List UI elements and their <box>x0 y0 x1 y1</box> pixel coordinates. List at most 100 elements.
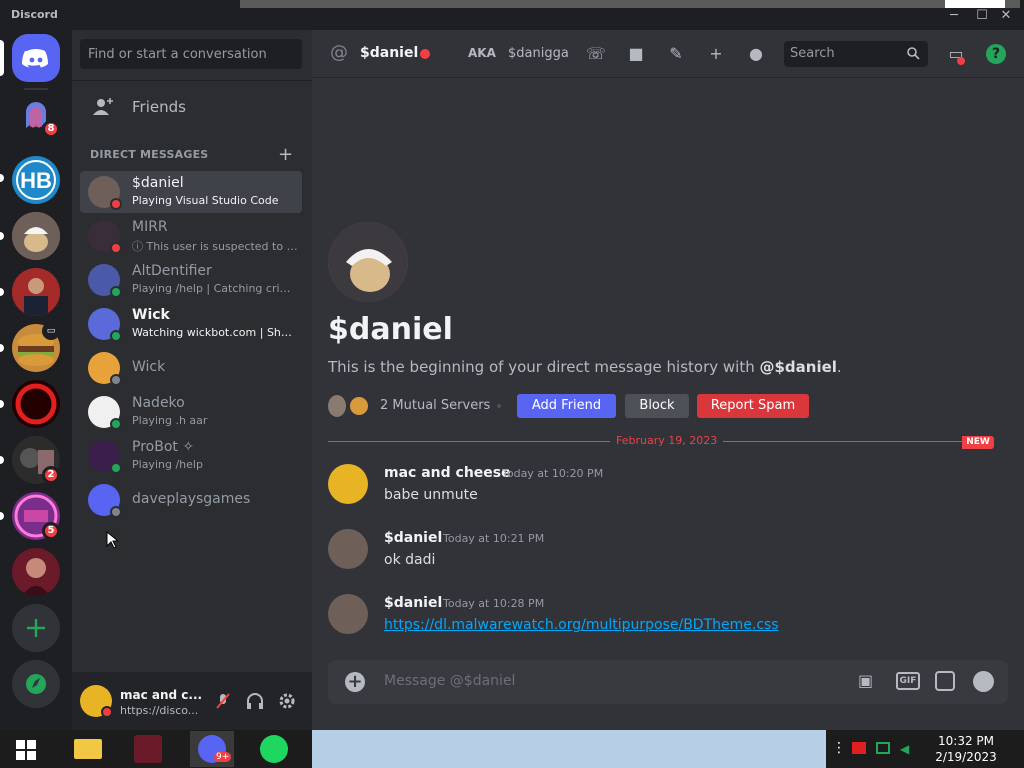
message-avatar[interactable] <box>328 594 368 634</box>
add-friend-to-dm-icon[interactable]: + <box>705 44 727 64</box>
unread-indicator <box>0 456 4 464</box>
dm-item[interactable]: Nadeko Playing .h aar <box>80 391 302 433</box>
selected-indicator <box>0 40 4 76</box>
chat-search-input[interactable]: Search <box>784 41 928 67</box>
dm-item[interactable]: Wick Watching wickbot.com | Shar... <box>80 303 302 345</box>
message-author[interactable]: $daniel <box>384 595 442 611</box>
clock-time[interactable]: 10:32 PM <box>936 734 996 748</box>
add-server-button[interactable] <box>12 604 60 652</box>
message-composer: + Message @$daniel ▣ GIF <box>328 660 1008 704</box>
flag-tray-icon[interactable] <box>852 742 866 754</box>
dm-activity: Playing .h aar <box>132 414 208 427</box>
mutual-servers-link[interactable]: 2 Mutual Servers <box>380 398 490 413</box>
dm-item[interactable]: Wick <box>80 347 302 389</box>
at-icon: @ <box>330 42 348 63</box>
server-icon-cat[interactable] <box>12 212 60 260</box>
message-input[interactable]: Message @$daniel <box>384 673 515 689</box>
dm-name: Nadeko <box>132 395 185 411</box>
notification-badge: 5 <box>42 522 60 540</box>
windows-start-icon[interactable] <box>16 740 36 760</box>
mouse-cursor-icon <box>106 531 118 549</box>
server-icon-avatar[interactable] <box>12 548 60 596</box>
panel-divider <box>72 80 312 81</box>
status-online-icon <box>110 418 122 430</box>
dm-item[interactable]: AltDentifier Playing /help | Catching cr… <box>80 259 302 301</box>
friends-nav-item[interactable]: Friends <box>80 90 302 124</box>
message-link[interactable]: https://dl.malwarewatch.org/multipurpose… <box>384 617 779 633</box>
status-dnd-icon <box>420 49 430 59</box>
message-text: ok dadi <box>384 552 436 568</box>
report-spam-button[interactable]: Report Spam <box>697 394 809 418</box>
profile-name: $daniel <box>328 312 453 347</box>
video-call-icon[interactable]: ■ <box>625 44 647 64</box>
gift-icon[interactable]: ▣ <box>858 671 878 691</box>
status-dnd-icon <box>110 198 122 210</box>
headphones-icon[interactable] <box>246 692 264 710</box>
status-online-icon <box>110 330 122 342</box>
status-online-icon <box>110 286 122 298</box>
close-button[interactable]: ✕ <box>1000 9 1012 22</box>
dm-search-input[interactable]: Find or start a conversation <box>80 39 302 69</box>
svg-text:HB: HB <box>20 168 52 193</box>
dm-item[interactable]: ProBot ✧ Playing /help <box>80 435 302 477</box>
browser-taskbar-icon[interactable] <box>126 731 170 767</box>
server-icon-red[interactable] <box>12 380 60 428</box>
create-dm-button[interactable]: + <box>278 144 293 165</box>
message-timestamp: Today at 10:28 PM <box>443 597 545 610</box>
pin-icon[interactable]: ✎ <box>665 44 687 64</box>
notification-badge: 2 <box>42 466 60 484</box>
maximize-button[interactable]: ☐ <box>976 9 988 22</box>
status-dnd-icon <box>101 706 113 718</box>
message-author[interactable]: $daniel <box>384 530 442 546</box>
block-button[interactable]: Block <box>625 394 689 418</box>
dm-item[interactable]: MIRR ⓘ This user is suspected to h... <box>80 215 302 257</box>
volume-tray-icon[interactable]: ◀ <box>900 742 914 756</box>
message-timestamp: Today at 10:20 PM <box>502 467 604 480</box>
voice-call-icon[interactable]: ☏ <box>585 44 607 64</box>
server-icon-portrait[interactable] <box>12 268 60 316</box>
sticker-icon[interactable] <box>935 671 955 691</box>
friends-label: Friends <box>132 98 186 116</box>
unread-indicator <box>0 174 4 182</box>
dm-name: $daniel <box>132 175 184 191</box>
chat-title: $daniel <box>360 45 419 61</box>
unread-indicator <box>0 512 4 520</box>
message-avatar[interactable] <box>328 529 368 569</box>
home-dm-button[interactable] <box>12 34 60 82</box>
attach-plus-icon[interactable]: + <box>345 672 365 692</box>
dm-item[interactable]: $daniel Playing Visual Studio Code <box>80 171 302 213</box>
dm-activity: Playing /help <box>132 458 203 471</box>
unread-indicator <box>0 288 4 296</box>
message-text: babe unmute <box>384 487 478 503</box>
server-icon-hb[interactable]: HB <box>12 156 60 204</box>
add-friend-button[interactable]: Add Friend <box>517 394 616 418</box>
file-explorer-taskbar-icon[interactable] <box>66 731 110 767</box>
dm-activity: Watching wickbot.com | Shar... <box>132 326 298 339</box>
network-tray-icon[interactable] <box>876 742 890 754</box>
streaming-indicator-icon: ▭ <box>42 322 60 340</box>
person-avatar-icon <box>22 558 50 596</box>
portrait-icon <box>12 268 60 316</box>
settings-gear-icon[interactable] <box>278 692 296 710</box>
status-dnd-icon <box>110 242 122 254</box>
help-icon[interactable]: ? <box>986 44 1006 64</box>
profile-avatar <box>328 222 408 302</box>
user-profile-icon[interactable]: ● <box>745 44 767 64</box>
server-divider <box>24 88 48 90</box>
message-avatar[interactable] <box>328 464 368 504</box>
intro-handle: @$daniel <box>759 358 837 376</box>
user-name: mac and c... <box>120 688 203 702</box>
emoji-icon[interactable] <box>973 671 994 692</box>
clock-date[interactable]: 2/19/2023 <box>932 750 1000 764</box>
friends-icon <box>93 98 113 115</box>
notes-taskbar-icon[interactable] <box>252 731 296 767</box>
status-online-icon <box>110 462 122 474</box>
mic-muted-icon[interactable] <box>214 692 232 710</box>
dm-name: MIRR <box>132 219 168 235</box>
overflow-tray-icon[interactable]: ⋮ <box>832 740 846 756</box>
explore-servers-button[interactable] <box>12 660 60 708</box>
minimize-button[interactable]: ─ <box>948 9 960 22</box>
message-author[interactable]: mac and cheese <box>384 465 511 481</box>
dm-item[interactable]: daveplaysgames <box>80 479 302 521</box>
gif-button[interactable]: GIF <box>896 672 920 690</box>
